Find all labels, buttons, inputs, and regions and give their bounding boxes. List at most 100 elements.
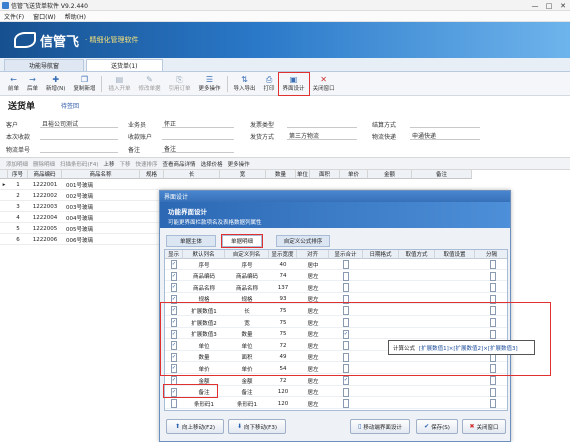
width-cell[interactable]: 137 bbox=[269, 283, 297, 292]
move-down-button[interactable]: 下移 bbox=[120, 160, 131, 168]
tab-delivery-note[interactable]: 送货单(1) bbox=[86, 59, 163, 71]
close-window-button[interactable]: ✕ 关闭窗口 bbox=[309, 73, 339, 95]
custom-name-cell[interactable]: 序号 bbox=[225, 260, 269, 269]
sum-checkbox[interactable]: ✓ bbox=[343, 376, 349, 385]
move-down-dialog-button[interactable]: ⬇ 向下移动(F3) bbox=[228, 419, 286, 434]
column-setting-row[interactable]: ✓ 商品名称 商品名称 137 居左 bbox=[165, 283, 507, 293]
align-cell[interactable]: 居左 bbox=[297, 272, 329, 281]
import-export-button[interactable]: ⇅ 导入导出 bbox=[230, 73, 260, 95]
reference-order-button[interactable]: ⎘ 引用订单 bbox=[164, 73, 194, 95]
align-cell[interactable]: 居中 bbox=[297, 260, 329, 269]
sum-checkbox[interactable] bbox=[343, 260, 349, 269]
save-button[interactable]: ✔ 保存(S) bbox=[416, 419, 458, 434]
menu-window[interactable]: 窗口(W) bbox=[33, 12, 56, 21]
next-doc-button[interactable]: → 后单 bbox=[23, 73, 42, 95]
salesman-field[interactable]: 怀正 bbox=[162, 119, 234, 128]
separator-checkbox[interactable] bbox=[490, 260, 496, 269]
dialog-close-button[interactable]: ✖ 关闭窗口 bbox=[462, 419, 506, 434]
separator-checkbox[interactable] bbox=[490, 271, 496, 281]
logistics-field[interactable]: 申通快递 bbox=[410, 131, 480, 140]
formula-value[interactable]: [扩展数值1]×[扩展数值2]×[扩展数值3] bbox=[419, 344, 518, 352]
width-cell[interactable]: 40 bbox=[269, 260, 297, 269]
column-setting-row[interactable]: ✓ 序号 序号 40 居中 bbox=[165, 260, 507, 270]
delete-row-button[interactable]: 删除明细 bbox=[33, 160, 55, 168]
new-button[interactable]: ✚ 新增(N) bbox=[42, 73, 69, 95]
import-export-icon: ⇅ bbox=[241, 75, 248, 84]
document-icon: ▤ bbox=[115, 75, 124, 84]
customer-field[interactable]: 且裕公司测试 bbox=[40, 119, 118, 128]
width-cell[interactable]: 120 bbox=[269, 388, 297, 397]
quick-sort-button[interactable]: 快速排序 bbox=[136, 160, 158, 168]
align-cell[interactable]: 居左 bbox=[297, 283, 329, 292]
tab-doc-detail[interactable]: 单据明细 bbox=[221, 234, 263, 248]
custom-name-cell[interactable]: 条形码1 bbox=[225, 399, 269, 408]
custom-name-cell[interactable]: 商品名称 bbox=[225, 283, 269, 292]
width-cell[interactable]: 74 bbox=[269, 272, 297, 281]
add-row-button[interactable]: 添加明细 bbox=[6, 160, 28, 168]
grid-more-button[interactable]: 更多操作 bbox=[228, 160, 250, 168]
custom-name-cell[interactable]: 商品编码 bbox=[225, 272, 269, 281]
show-checkbox[interactable]: ✓ bbox=[171, 283, 177, 293]
tab-custom-formula[interactable]: 自定义公式排序 bbox=[276, 235, 330, 247]
toolbar-separator bbox=[226, 75, 228, 92]
separator-checkbox[interactable] bbox=[490, 387, 496, 397]
width-cell[interactable]: 72 bbox=[269, 376, 297, 385]
table-row[interactable]: ▸ 1 1222001 001号玻璃 bbox=[0, 180, 472, 190]
move-up-dialog-button[interactable]: ⬆ 向上移动(F2) bbox=[166, 419, 224, 434]
column-setting-row[interactable]: 条形码1 条形码1 120 居左 bbox=[165, 399, 507, 409]
prev-doc-button[interactable]: ← 前单 bbox=[4, 73, 23, 95]
brand-slogan: · 精细化管理软件 bbox=[85, 36, 139, 44]
print-button[interactable]: ⎙ 打印 bbox=[260, 73, 279, 95]
more-actions-button[interactable]: ☰ 更多操作 bbox=[195, 73, 225, 95]
sum-checkbox[interactable] bbox=[343, 271, 349, 281]
invoice-type-field[interactable] bbox=[287, 119, 357, 128]
tracking-field[interactable] bbox=[40, 144, 118, 153]
tab-navigation[interactable]: 功能导航窗 bbox=[4, 59, 85, 71]
product-detail-button[interactable]: 查看商品详情 bbox=[163, 160, 196, 168]
sum-checkbox[interactable] bbox=[343, 283, 349, 293]
sum-checkbox[interactable] bbox=[343, 387, 349, 397]
mobile-design-button[interactable]: ▯ 移动端界面设计 bbox=[350, 419, 410, 434]
ship-method-field[interactable]: 第三方物流 bbox=[287, 131, 357, 140]
select-price-button[interactable]: 选择价格 bbox=[201, 160, 223, 168]
move-up-button[interactable]: 上移 bbox=[104, 160, 115, 168]
show-cell: ✓ bbox=[165, 283, 183, 293]
remark-field[interactable]: 备注 bbox=[162, 144, 234, 153]
tab-doc-main[interactable]: 单据主体 bbox=[166, 235, 216, 247]
custom-name-cell[interactable]: 金额 bbox=[225, 376, 269, 385]
collect-account-field[interactable] bbox=[162, 131, 234, 140]
menu-file[interactable]: 文件(F) bbox=[4, 12, 24, 21]
align-cell[interactable]: 居左 bbox=[297, 388, 329, 397]
sum-checkbox[interactable] bbox=[343, 399, 349, 409]
width-cell[interactable]: 120 bbox=[269, 399, 297, 408]
custom-name-cell[interactable]: 备注 bbox=[225, 388, 269, 397]
align-cell[interactable]: 居左 bbox=[297, 376, 329, 385]
show-checkbox[interactable]: ✓ bbox=[171, 271, 177, 281]
show-checkbox[interactable] bbox=[171, 399, 177, 409]
grid-header-code: 商品编码 bbox=[28, 170, 62, 179]
separator-cell bbox=[483, 283, 503, 293]
separator-checkbox[interactable] bbox=[490, 283, 496, 293]
minimize-button[interactable]: — bbox=[528, 0, 542, 11]
menu-help[interactable]: 帮助(H) bbox=[65, 12, 86, 21]
invoice-type-label: 发票类型 bbox=[250, 122, 275, 129]
maximize-button[interactable]: □ bbox=[542, 0, 556, 11]
copy-new-button[interactable]: ❐ 复制新增 bbox=[69, 73, 99, 95]
table-cell: 004号玻璃 bbox=[66, 215, 93, 222]
separator-checkbox[interactable] bbox=[490, 399, 496, 409]
edit-doc-button[interactable]: ✎ 修改单据 bbox=[134, 73, 164, 95]
scan-barcode-button[interactable]: 扫描条形码(F4) bbox=[60, 160, 98, 168]
reference-icon: ⎘ bbox=[176, 75, 183, 84]
settle-method-field[interactable] bbox=[410, 119, 480, 128]
separator-checkbox[interactable] bbox=[490, 376, 496, 385]
insert-doc-button[interactable]: ▤ 插入开单 bbox=[104, 73, 134, 95]
title-bar: 信管飞送货单软件 V9.2.440 bbox=[0, 0, 570, 11]
ui-design-button[interactable]: ▣ 界面设计 bbox=[277, 71, 310, 96]
close-button[interactable]: ✕ bbox=[556, 0, 570, 11]
show-checkbox[interactable]: ✓ bbox=[171, 260, 177, 269]
grid-header-name: 商品名称 bbox=[62, 170, 140, 179]
align-cell[interactable]: 居左 bbox=[297, 399, 329, 408]
receipt-field[interactable] bbox=[40, 131, 118, 140]
sum-cell: ✓ bbox=[329, 376, 363, 385]
column-setting-row[interactable]: ✓ 商品编码 商品编码 74 居左 bbox=[165, 271, 507, 282]
